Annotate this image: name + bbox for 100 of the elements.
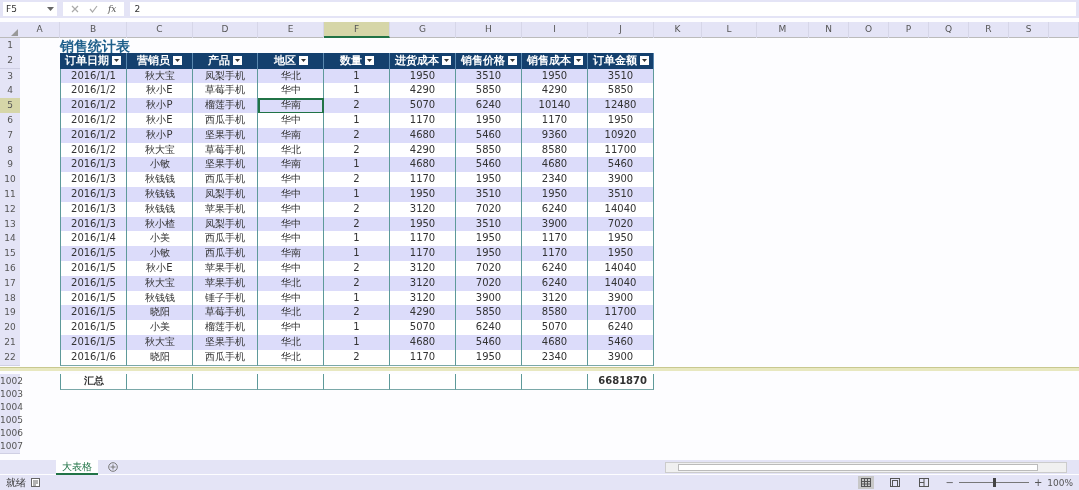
- column-header[interactable]: F: [324, 22, 390, 38]
- status-text: 就绪: [6, 475, 26, 490]
- table-cell: 5460: [456, 157, 522, 174]
- table-cell: 西瓜手机: [193, 172, 258, 189]
- table-cell: 6240: [588, 320, 654, 337]
- table-cell: 2016/1/4: [60, 231, 127, 248]
- table-cell: 1170: [390, 231, 456, 248]
- heading-text: 订单日期: [65, 53, 109, 69]
- table-cell: 华中: [258, 320, 324, 337]
- name-box[interactable]: F5: [3, 2, 57, 16]
- check-icon[interactable]: [89, 5, 98, 13]
- row-header[interactable]: 19: [0, 305, 20, 322]
- table-cell: 小敏: [127, 246, 193, 263]
- table-cell: 2340: [522, 172, 588, 189]
- caret-icon: [114, 59, 119, 63]
- column-header[interactable]: R: [969, 22, 1009, 38]
- table-cell: 华南: [258, 157, 324, 174]
- heading-text: 销售价格: [460, 53, 505, 69]
- caret-icon: [366, 59, 372, 63]
- column-header[interactable]: O: [849, 22, 889, 38]
- column-header[interactable]: M: [757, 22, 809, 38]
- table-cell: 2: [324, 305, 390, 322]
- table-cell: 4680: [522, 157, 588, 174]
- table-cell: 1950: [456, 246, 522, 263]
- filter-dropdown-button[interactable]: [112, 56, 121, 66]
- column-header[interactable]: A: [20, 22, 60, 38]
- filter-dropdown-button[interactable]: [364, 56, 374, 66]
- column-header[interactable]: I: [522, 22, 588, 38]
- filter-dropdown-button[interactable]: [441, 56, 451, 66]
- row-header[interactable]: 14: [0, 231, 20, 248]
- table-cell: 2016/1/5: [60, 305, 127, 322]
- column-header[interactable]: H: [456, 22, 522, 38]
- triangle-icon: [11, 29, 18, 36]
- table-cell: 2016/1/5: [60, 320, 127, 337]
- sheet-title: 销售统计表: [60, 37, 131, 54]
- heading-text: 产品: [208, 53, 230, 69]
- table-cell: 5070: [390, 98, 456, 115]
- table-cell: 1: [324, 320, 390, 337]
- filter-dropdown-button[interactable]: [639, 56, 649, 66]
- row-header[interactable]: 15: [0, 246, 20, 263]
- column-header[interactable]: Q: [929, 22, 969, 38]
- table-cell: 1: [324, 83, 390, 100]
- row-header[interactable]: 20: [0, 320, 20, 337]
- caret-icon: [235, 59, 240, 63]
- column-header[interactable]: B: [60, 22, 127, 38]
- column-header[interactable]: J: [588, 22, 654, 38]
- row-header[interactable]: 4: [0, 83, 20, 100]
- table-cell: 2016/1/2: [60, 83, 127, 100]
- table-cell: 2016/1/5: [60, 246, 127, 263]
- table-cell: 4290: [522, 83, 588, 100]
- table-cell: 1: [324, 231, 390, 248]
- horizontal-scrollbar[interactable]: [665, 461, 1067, 473]
- row-header[interactable]: 1002: [0, 373, 20, 390]
- caret-icon: [47, 7, 54, 11]
- table-cell: 4680: [390, 157, 456, 174]
- column-header[interactable]: N: [809, 22, 849, 38]
- zoom-out-button[interactable]: −: [945, 477, 954, 488]
- column-header[interactable]: C: [127, 22, 193, 38]
- table-cell: 5460: [588, 157, 654, 174]
- column-header[interactable]: K: [654, 22, 702, 38]
- column-header[interactable]: D: [193, 22, 258, 38]
- sheet-tab[interactable]: 大表格: [56, 459, 98, 475]
- zoom-in-button[interactable]: +: [1033, 477, 1043, 488]
- table-cell: 4290: [390, 83, 456, 100]
- heading-text: 数量: [339, 53, 362, 69]
- table-cell: 小美: [127, 231, 193, 248]
- heading-text: 订单金额: [592, 53, 637, 69]
- row-header[interactable]: 1005: [0, 414, 20, 429]
- table-cell: 华中: [258, 83, 324, 100]
- table-cell: 5850: [456, 83, 522, 100]
- table-cell: 1170: [390, 172, 456, 189]
- filter-dropdown-button[interactable]: [233, 56, 242, 66]
- table-cell: 小美: [127, 320, 193, 337]
- table-cell: 5070: [522, 320, 588, 337]
- row-header[interactable]: 5: [0, 98, 20, 115]
- column-header[interactable]: G: [390, 22, 456, 38]
- filter-dropdown-button[interactable]: [573, 56, 583, 66]
- table-cell: 秋钱钱: [127, 172, 193, 189]
- row-header[interactable]: 9: [0, 157, 20, 174]
- add-sheet-icon[interactable]: [108, 462, 118, 472]
- insert-function-button[interactable]: fx: [108, 4, 117, 14]
- table-cell: 榴莲手机: [193, 320, 258, 337]
- filter-dropdown-button[interactable]: [298, 56, 308, 66]
- table-cell: 6681870: [588, 373, 654, 390]
- heading-text: 销售成本: [526, 53, 571, 69]
- zoom-slider[interactable]: [992, 478, 996, 487]
- normal-view-button[interactable]: [858, 476, 875, 489]
- filter-dropdown-button[interactable]: [173, 56, 182, 66]
- table-cell: 8580: [522, 305, 588, 322]
- formula-field[interactable]: 2: [130, 2, 1076, 16]
- column-header[interactable]: L: [702, 22, 757, 38]
- table-cell: 草莓手机: [193, 83, 258, 100]
- filter-dropdown-button[interactable]: [507, 56, 517, 66]
- column-header[interactable]: S: [1009, 22, 1049, 38]
- row-header[interactable]: 10: [0, 172, 20, 189]
- table-cell: 2016/1/3: [60, 157, 127, 174]
- macro-record-icon[interactable]: [31, 478, 40, 487]
- table-cell: 榴莲手机: [193, 98, 258, 115]
- table-cell: 小敏: [127, 157, 193, 174]
- column-header[interactable]: P: [889, 22, 929, 38]
